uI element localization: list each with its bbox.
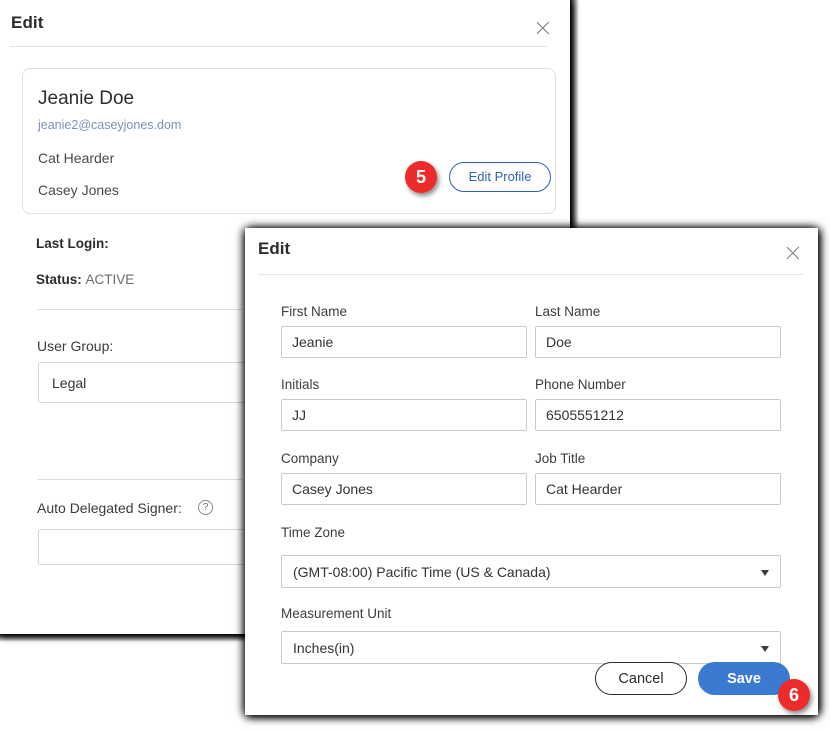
time-zone-label: Time Zone [281,525,346,540]
company-label: Company [281,451,339,466]
status-badge: ACTIVE [85,272,135,287]
last-name-label: Last Name [535,304,601,319]
callout-badge-5: 5 [405,161,437,193]
auto-delegated-signer-label: Auto Delegated Signer: [37,500,182,516]
initials-label: Initials [281,377,320,392]
time-zone-select[interactable]: (GMT-08:00) Pacific Time (US & Canada) [281,555,781,588]
details-divider-2 [37,479,242,480]
phone-number-label: Phone Number [535,377,626,392]
user-group-field[interactable]: Legal [38,362,250,403]
modal-title: Edit [258,239,291,258]
close-icon[interactable] [534,19,552,37]
edit-profile-button[interactable]: Edit Profile [449,162,551,192]
first-name-label: First Name [281,304,348,319]
user-group-value: Legal [52,375,87,391]
close-icon[interactable] [784,244,802,262]
last-login-label: Last Login: [36,236,109,251]
measurement-unit-label: Measurement Unit [281,606,392,621]
cancel-button[interactable]: Cancel [595,662,687,695]
help-icon[interactable]: ? [198,500,213,515]
profile-card: Jeanie Doe jeanie2@caseyjones.dom Cat He… [22,68,556,214]
initials-input[interactable] [281,399,527,431]
details-divider-1 [37,309,242,310]
company-input[interactable] [281,473,527,505]
auto-delegated-signer-field[interactable] [38,529,250,565]
chevron-down-icon [761,570,769,576]
background-panel-header: Edit [0,0,570,47]
last-login-label-text: Last Login: [36,236,109,251]
last-name-input[interactable] [535,326,781,358]
background-header-divider [10,46,548,47]
save-button[interactable]: Save [698,662,790,695]
edit-profile-modal: Edit First Name Last Name Initials Phone… [245,228,818,715]
close-icon-glyph [534,19,552,37]
job-title-label: Job Title [535,451,586,466]
job-title-input[interactable] [535,473,781,505]
measurement-unit-value: Inches(in) [293,640,355,656]
profile-email-link[interactable]: jeanie2@caseyjones.dom [38,118,181,132]
status-label: Status: [36,272,82,287]
profile-job-title: Cat Hearder [38,150,115,166]
modal-header-divider [258,274,804,275]
user-group-label: User Group: [37,338,114,354]
phone-number-input[interactable] [535,399,781,431]
time-zone-value: (GMT-08:00) Pacific Time (US & Canada) [293,564,551,580]
callout-badge-6: 6 [778,679,810,711]
chevron-down-icon [761,646,769,652]
profile-name: Jeanie Doe [38,88,135,109]
modal-footer: Cancel Save [595,662,790,695]
first-name-input[interactable] [281,326,527,358]
background-panel-title: Edit [11,13,44,32]
measurement-unit-select[interactable]: Inches(in) [281,631,781,664]
status-row: Status: ACTIVE [36,272,134,287]
close-icon-glyph [784,244,802,262]
profile-company: Casey Jones [38,182,119,198]
